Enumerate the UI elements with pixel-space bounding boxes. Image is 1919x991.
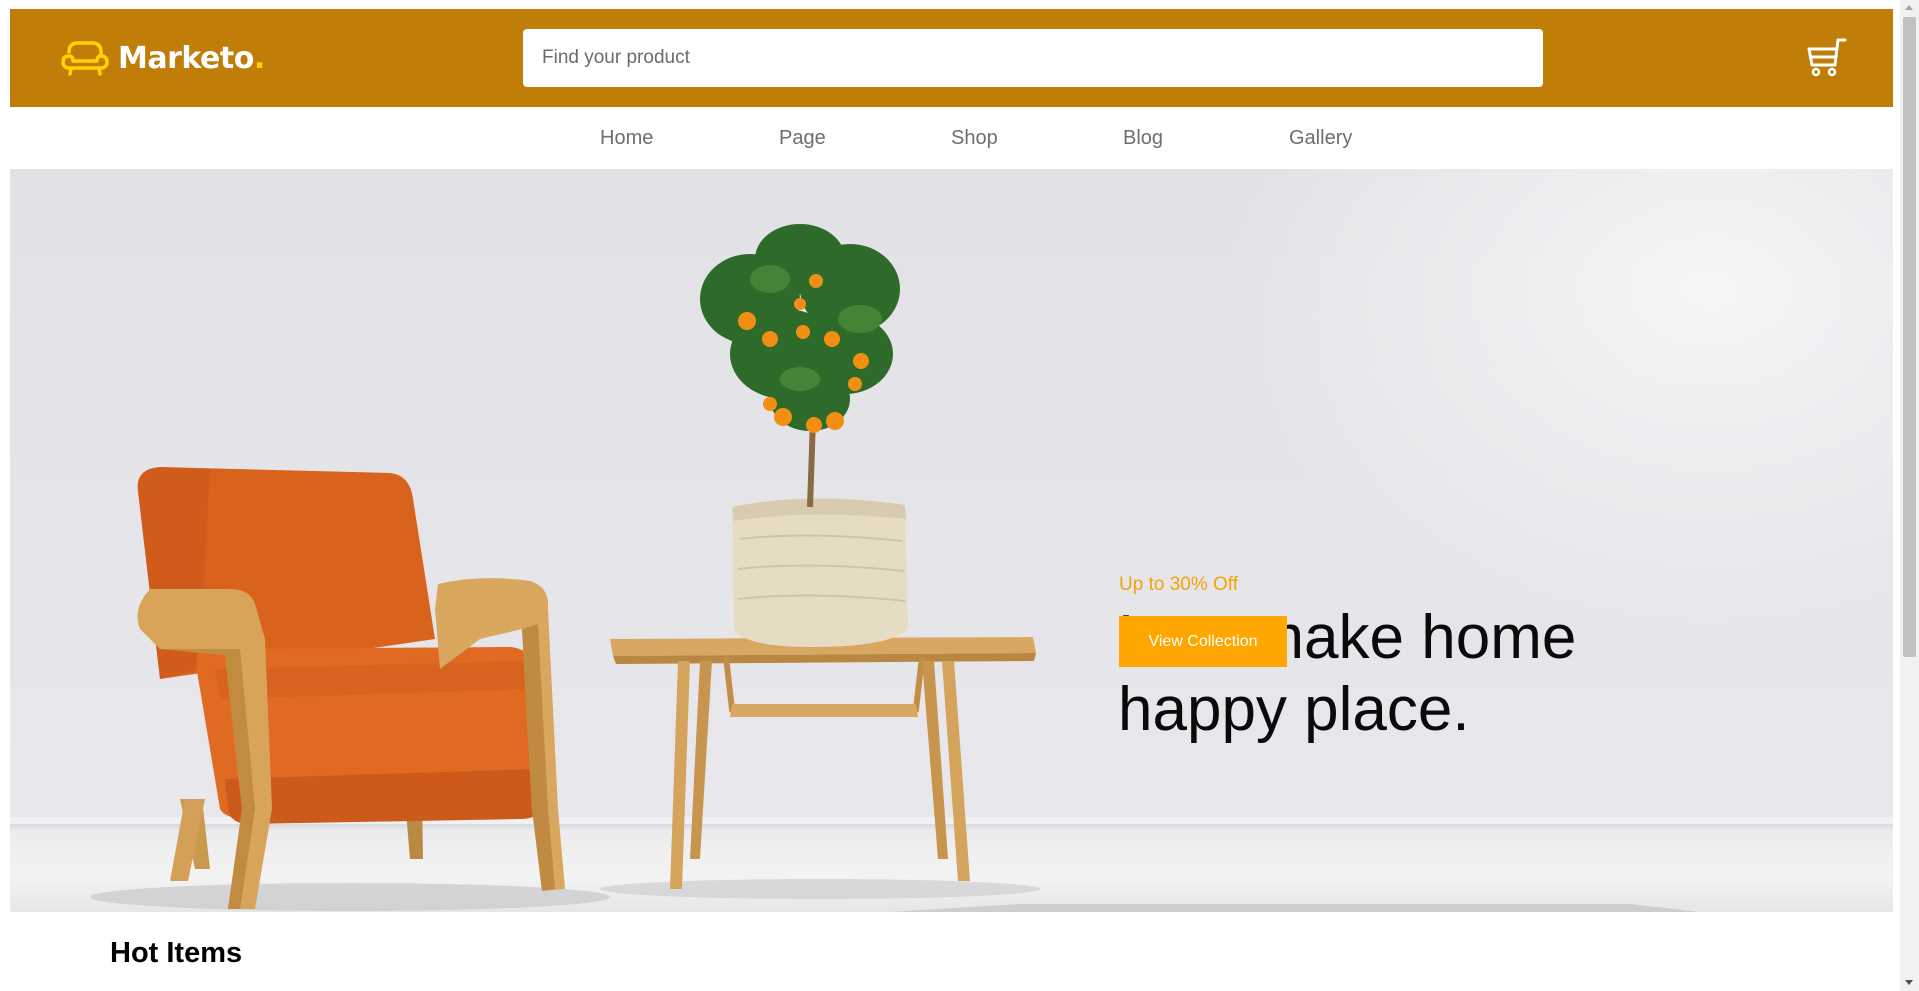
potted-orange-tree-illustration	[700, 224, 908, 647]
armchair-illustration	[137, 467, 565, 909]
scroll-up-arrow-icon[interactable]	[1905, 5, 1913, 10]
cart-button[interactable]	[1805, 37, 1847, 77]
page: Marketo. Home Page Shop Blog Gallery	[10, 9, 1893, 991]
nav-item-blog[interactable]: Blog	[1123, 127, 1163, 150]
shopping-cart-icon	[1807, 38, 1847, 77]
promo-text: Up to 30% Off	[1119, 574, 1238, 595]
hero-banner: Up to 30% Off Lets make home happy place…	[10, 169, 1893, 912]
nav-item-home[interactable]: Home	[600, 127, 653, 150]
nav-item-page[interactable]: Page	[779, 127, 826, 150]
logo[interactable]: Marketo.	[60, 35, 265, 81]
headline-line-2: happy place.	[1118, 675, 1470, 744]
page-scrollbar[interactable]	[1900, 0, 1919, 991]
search-input[interactable]	[523, 29, 1543, 87]
main-nav: Home Page Shop Blog Gallery	[10, 107, 1893, 169]
scroll-down-arrow-icon[interactable]	[1905, 980, 1913, 985]
view-collection-button[interactable]: View Collection	[1119, 616, 1287, 667]
site-header: Marketo.	[10, 9, 1893, 107]
sofa-icon	[61, 41, 109, 76]
hot-items-title: Hot Items	[110, 937, 243, 969]
hero-image	[90, 224, 1700, 912]
logo-text: Marketo.	[118, 40, 265, 76]
nav-item-shop[interactable]: Shop	[951, 127, 998, 150]
nav-item-gallery[interactable]: Gallery	[1289, 127, 1352, 150]
scroll-thumb[interactable]	[1903, 17, 1916, 657]
side-table-illustration	[610, 637, 1036, 889]
